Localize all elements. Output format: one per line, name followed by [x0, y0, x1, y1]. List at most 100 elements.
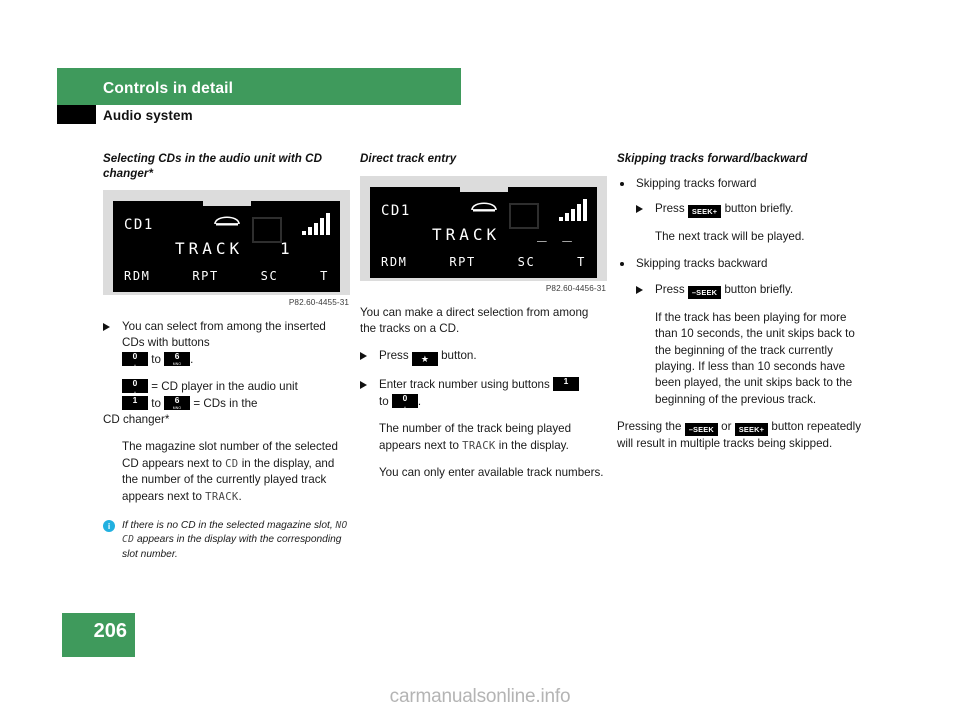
col1-paragraph-1: The magazine slot number of the selected… — [103, 439, 350, 505]
display2-ghost-box — [509, 202, 539, 229]
keycap-0-legend-number: 0 — [132, 378, 138, 389]
col2-p1-mono: TRACK — [462, 439, 496, 452]
col1-legend-to: to — [151, 396, 161, 410]
display-status-row: RDM RPT SC T — [124, 269, 329, 283]
column-two: Direct track entry CD1 TRACK _ _ RDM RPT… — [360, 152, 607, 492]
col3-closing-or: or — [721, 420, 732, 434]
col1-figure-frame: CD1 TRACK 1 RDM RPT SC T — [103, 190, 350, 295]
keycap-6-legend-sub: MNO — [172, 405, 182, 410]
display2-status-sc: SC — [517, 254, 536, 269]
keycap-1-number: 1 — [563, 376, 569, 387]
keycap-6[interactable]: 6 MNO — [164, 350, 191, 366]
keycap-0-legend-sub: ␣ — [133, 389, 137, 394]
display-notch — [202, 201, 251, 206]
radio-display-2: CD1 TRACK _ _ RDM RPT SC T — [370, 186, 597, 278]
display-status-sc: SC — [260, 269, 279, 283]
triangle-bullet-icon — [636, 204, 643, 213]
keycap-0-sub: ␣ — [403, 403, 407, 408]
handset-icon — [213, 212, 240, 226]
col2-step-2: Enter track number using buttons 1 to 0 … — [360, 377, 607, 410]
triangle-bullet-icon — [360, 352, 367, 361]
col3-step1-note: The next track will be played. — [655, 229, 805, 243]
manual-page: Controls in detail Audio system Selectin… — [0, 0, 960, 720]
col1-legend-line2b: CD changer* — [103, 413, 170, 427]
col1-p1-mono-cd: CD — [225, 457, 239, 470]
keycap-0-legend[interactable]: 0 ␣ — [122, 378, 148, 394]
display-notch-2 — [459, 186, 508, 192]
col3-step2-note: If the track has been playing for more t… — [655, 310, 855, 406]
col1-step1-period: . — [190, 352, 194, 366]
display2-status-row: RDM RPT SC T — [381, 255, 586, 269]
col1-p1-mono-track: TRACK — [205, 490, 239, 503]
col1-legend-line2: = CDs in the — [193, 396, 258, 410]
keycap-0[interactable]: 0 ␣ — [122, 350, 148, 366]
display-ghost-box — [252, 217, 282, 243]
display-status-rdm: RDM — [124, 269, 151, 283]
col3-step-1: Press SEEK+ button briefly. — [617, 201, 864, 218]
display2-track-number: _ _ — [537, 222, 575, 242]
col1-note-a: If there is no CD in the selected magazi… — [122, 520, 336, 532]
col1-p1-c: . — [238, 489, 242, 503]
keycap-0-number: 0 — [132, 350, 138, 361]
keycap-seek-backward-2[interactable]: –SEEK — [684, 423, 718, 437]
dot-bullet-icon — [620, 181, 624, 186]
keycap-0[interactable]: 0 ␣ — [391, 392, 418, 408]
col2-figure-frame: CD1 TRACK _ _ RDM RPT SC T — [360, 175, 607, 281]
keycap-star[interactable]: ★ — [411, 352, 438, 367]
dot-bullet-icon — [620, 262, 624, 267]
col2-figure-caption: P82.60-4456-31 — [545, 283, 606, 293]
keycap-1[interactable]: 1 — [122, 394, 148, 410]
col3-bullet1-text: Skipping tracks forward — [636, 176, 757, 190]
radio-display-1: CD1 TRACK 1 RDM RPT SC T — [113, 201, 340, 292]
chapter-title: Controls in detail — [103, 80, 234, 97]
keycap-0-number: 0 — [402, 392, 408, 403]
page-number: 206 — [93, 620, 127, 642]
triangle-bullet-icon — [103, 323, 110, 331]
signal-bars-icon — [559, 198, 587, 221]
column-three: Skipping tracks forward/backward Skippin… — [617, 152, 864, 453]
keycap-6-legend-number: 6 — [174, 394, 180, 405]
info-icon: i — [103, 520, 115, 533]
col3-step-2: Press –SEEK button briefly. — [617, 282, 864, 299]
keycap-1[interactable]: 1 — [553, 376, 580, 392]
display2-track-label: TRACK — [432, 224, 501, 244]
col2-step2-a: Enter track number using buttons — [379, 378, 550, 392]
col3-bullet-1: Skipping tracks forward — [617, 176, 864, 192]
col3-step1-b: button briefly. — [724, 201, 794, 215]
display-status-rpt: RPT — [192, 269, 219, 283]
col3-bullet-2: Skipping tracks backward — [617, 256, 864, 272]
signal-bars-icon — [302, 213, 330, 235]
display2-status-rdm: RDM — [381, 254, 408, 269]
keycap-seek-forward-2[interactable]: SEEK+ — [734, 423, 769, 437]
col2-step2-end: . — [417, 394, 422, 408]
keycap-1-number: 1 — [132, 394, 138, 405]
col2-figure: CD1 TRACK _ _ RDM RPT SC T P82.60-4456-3… — [360, 175, 607, 293]
col3-heading: Skipping tracks forward/backward — [617, 152, 808, 165]
col1-step1-text: You can select from among the inserted C… — [122, 320, 326, 350]
watermark: carmanualsonline.info — [389, 686, 571, 707]
col1-legend-line1: = CD player in the audio unit — [151, 380, 298, 394]
col2-step1-a: Press — [379, 349, 409, 363]
display-track-number: 1 — [280, 239, 293, 258]
col1-legend: 0 ␣ = CD player in the audio unit 1 to 6… — [103, 379, 350, 412]
col1-figure: CD1 TRACK 1 RDM RPT SC T P82.60-4455-31 — [103, 190, 350, 307]
col2-step-1: Press ★ button. — [360, 348, 607, 367]
col2-intro-paragraph: You can make a direct selection from amo… — [360, 305, 589, 335]
display2-status-t: T — [577, 254, 586, 269]
col1-heading: Selecting CDs in the audio unit with CD … — [103, 152, 323, 180]
col1-figure-caption: P82.60-4455-31 — [288, 298, 349, 307]
col3-step2-a: Press — [655, 282, 685, 296]
col3-bullet2-text: Skipping tracks backward — [636, 257, 768, 271]
col3-step2-b: button briefly. — [724, 282, 794, 296]
col1-note-b: appears in the display with the correspo… — [122, 534, 342, 560]
keycap-seek-backward[interactable]: –SEEK — [687, 285, 722, 299]
triangle-bullet-icon — [360, 381, 367, 390]
keycap-6-number: 6 — [174, 350, 180, 361]
keycap-6-sub: MNO — [172, 361, 182, 366]
keycap-6-legend[interactable]: 6 MNO — [164, 394, 191, 410]
col1-step1-to: to — [151, 352, 161, 366]
col2-step2-to: to — [379, 394, 389, 408]
col2-step1-b: button. — [441, 349, 477, 363]
keycap-seek-forward[interactable]: SEEK+ — [687, 204, 722, 218]
col3-step1-a: Press — [655, 201, 685, 215]
